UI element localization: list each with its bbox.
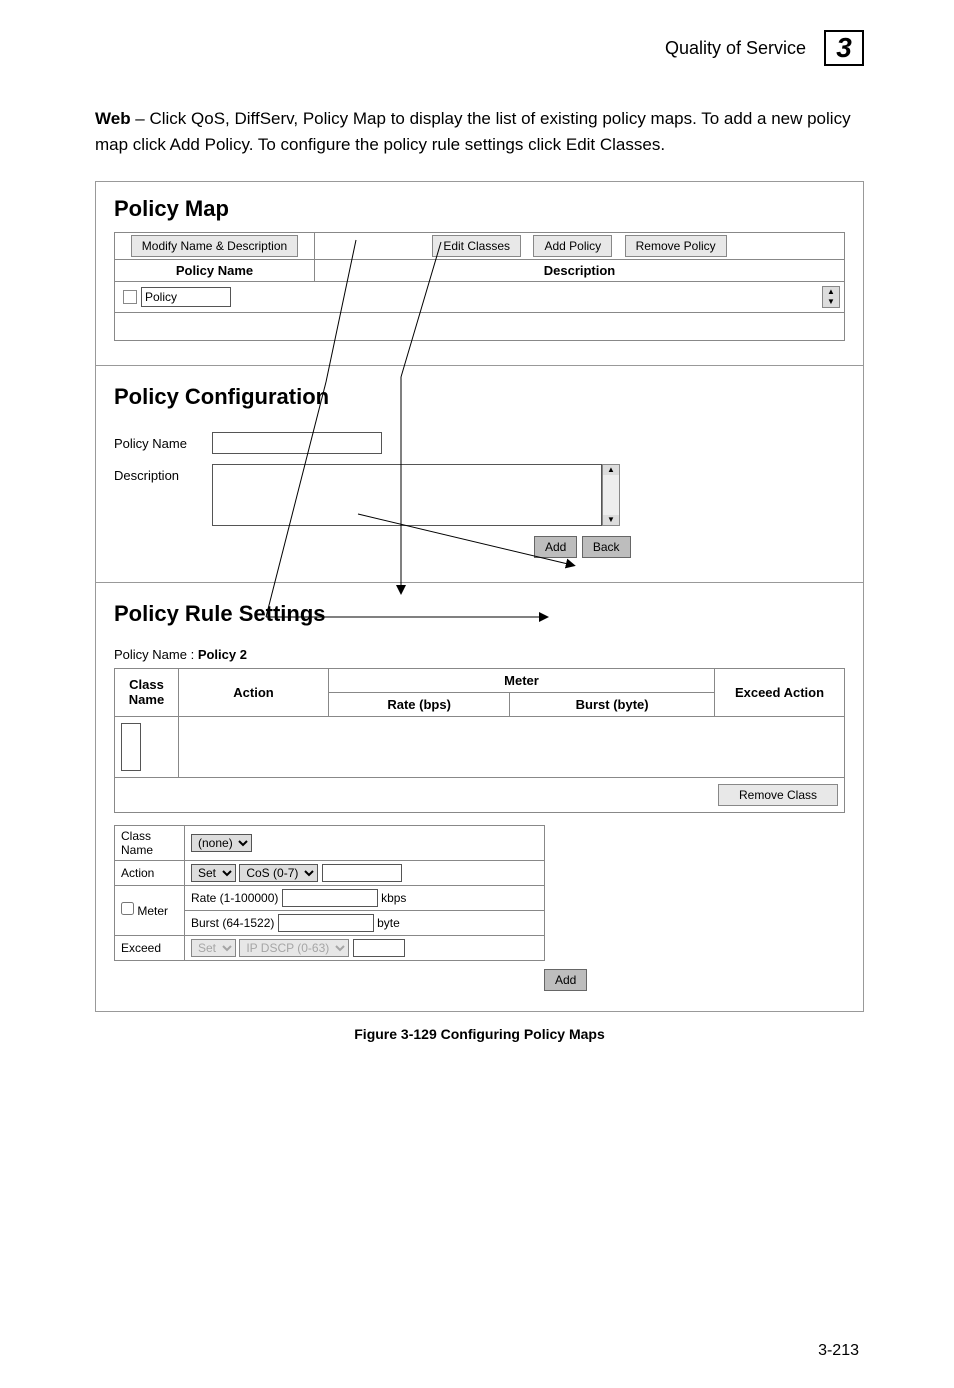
policy-rule-name-label: Policy Name :	[114, 647, 198, 662]
burst-unit: byte	[377, 916, 400, 930]
col-exceed: Exceed Action	[715, 668, 845, 716]
divider	[96, 582, 863, 583]
form-class-label: Class Name	[115, 825, 185, 860]
policy-config-title: Policy Configuration	[114, 384, 845, 410]
burst-label: Burst (64-1522)	[191, 916, 274, 930]
class-name-select[interactable]: (none)	[191, 834, 252, 852]
config-name-row: Policy Name	[114, 432, 845, 454]
empty-class-cell	[115, 716, 179, 777]
row-checkbox[interactable]	[123, 290, 137, 304]
remove-class-button[interactable]: Remove Class	[718, 784, 838, 806]
policy-name-input[interactable]	[141, 287, 231, 307]
col-policy-name: Policy Name	[115, 259, 315, 281]
action-type-select[interactable]: CoS (0-7)	[239, 864, 318, 882]
col-rate: Rate (bps)	[329, 692, 510, 716]
policy-rule-title: Policy Rule Settings	[114, 601, 845, 627]
policy-map-title: Policy Map	[114, 196, 845, 222]
meter-checkbox[interactable]	[121, 902, 134, 915]
rate-input[interactable]	[282, 889, 378, 907]
add-policy-button[interactable]: Add Policy	[533, 235, 612, 257]
col-action: Action	[179, 668, 329, 716]
policy-rule-name-line: Policy Name : Policy 2	[114, 647, 845, 662]
form-action-label: Action	[115, 860, 185, 885]
screenshot-frame: Policy Map Modify Name & Description Edi…	[95, 181, 864, 1012]
col-burst: Burst (byte)	[510, 692, 715, 716]
edit-classes-button[interactable]: Edit Classes	[432, 235, 521, 257]
config-name-label: Policy Name	[114, 432, 212, 451]
page-number: 3-213	[818, 1342, 859, 1360]
col-meter: Meter	[329, 668, 715, 692]
config-desc-row: Description ▲▼	[114, 464, 845, 526]
burst-input[interactable]	[278, 914, 374, 932]
divider	[96, 365, 863, 366]
config-name-input[interactable]	[212, 432, 382, 454]
desc-scrollbar[interactable]: ▲▼	[822, 286, 840, 308]
col-class-name: Class Name	[115, 668, 179, 716]
config-add-button[interactable]: Add	[534, 536, 577, 558]
chapter-number: 3	[824, 30, 864, 66]
scroll-down-icon[interactable]: ▼	[603, 515, 619, 525]
intro-text: – Click QoS, DiffServ, Policy Map to dis…	[95, 109, 851, 154]
remove-policy-button[interactable]: Remove Policy	[625, 235, 727, 257]
scroll-track[interactable]	[603, 475, 619, 515]
rate-unit: kbps	[381, 891, 406, 905]
modify-name-button[interactable]: Modify Name & Description	[131, 235, 298, 257]
policy-rule-table: Class Name Action Meter Exceed Action Ra…	[114, 668, 845, 813]
exceed-type-select[interactable]: IP DSCP (0-63)	[239, 939, 349, 957]
action-value-input[interactable]	[322, 864, 402, 882]
form-meter-label: Meter	[137, 904, 168, 918]
action-set-select[interactable]: Set	[191, 864, 236, 882]
config-desc-label: Description	[114, 464, 212, 483]
exceed-set-select[interactable]: Set	[191, 939, 236, 957]
desc-scrollbar-2[interactable]: ▲▼	[602, 464, 620, 526]
section-title: Quality of Service	[665, 38, 806, 59]
rule-add-button[interactable]: Add	[544, 969, 587, 991]
intro-lead: Web	[95, 109, 131, 128]
form-exceed-label: Exceed	[115, 935, 185, 960]
empty-select-box[interactable]	[121, 723, 141, 771]
col-description: Description	[315, 259, 845, 281]
scroll-up-icon[interactable]: ▲	[823, 287, 839, 297]
figure-caption: Figure 3-129 Configuring Policy Maps	[95, 1026, 864, 1042]
config-back-button[interactable]: Back	[582, 536, 631, 558]
policy-rule-name-value: Policy 2	[198, 647, 247, 662]
scroll-up-icon[interactable]: ▲	[603, 465, 619, 475]
config-desc-textarea[interactable]	[212, 464, 602, 526]
rule-form-table: Class Name (none) Action Set CoS (0-7) M…	[114, 825, 545, 961]
exceed-value-input[interactable]	[353, 939, 405, 957]
rate-label: Rate (1-100000)	[191, 891, 278, 905]
policy-row: ▲▼	[119, 286, 840, 308]
scroll-down-icon[interactable]: ▼	[823, 297, 839, 307]
policy-map-toolbar-table: Modify Name & Description Edit Classes A…	[114, 232, 845, 341]
intro-paragraph: Web – Click QoS, DiffServ, Policy Map to…	[95, 106, 864, 159]
